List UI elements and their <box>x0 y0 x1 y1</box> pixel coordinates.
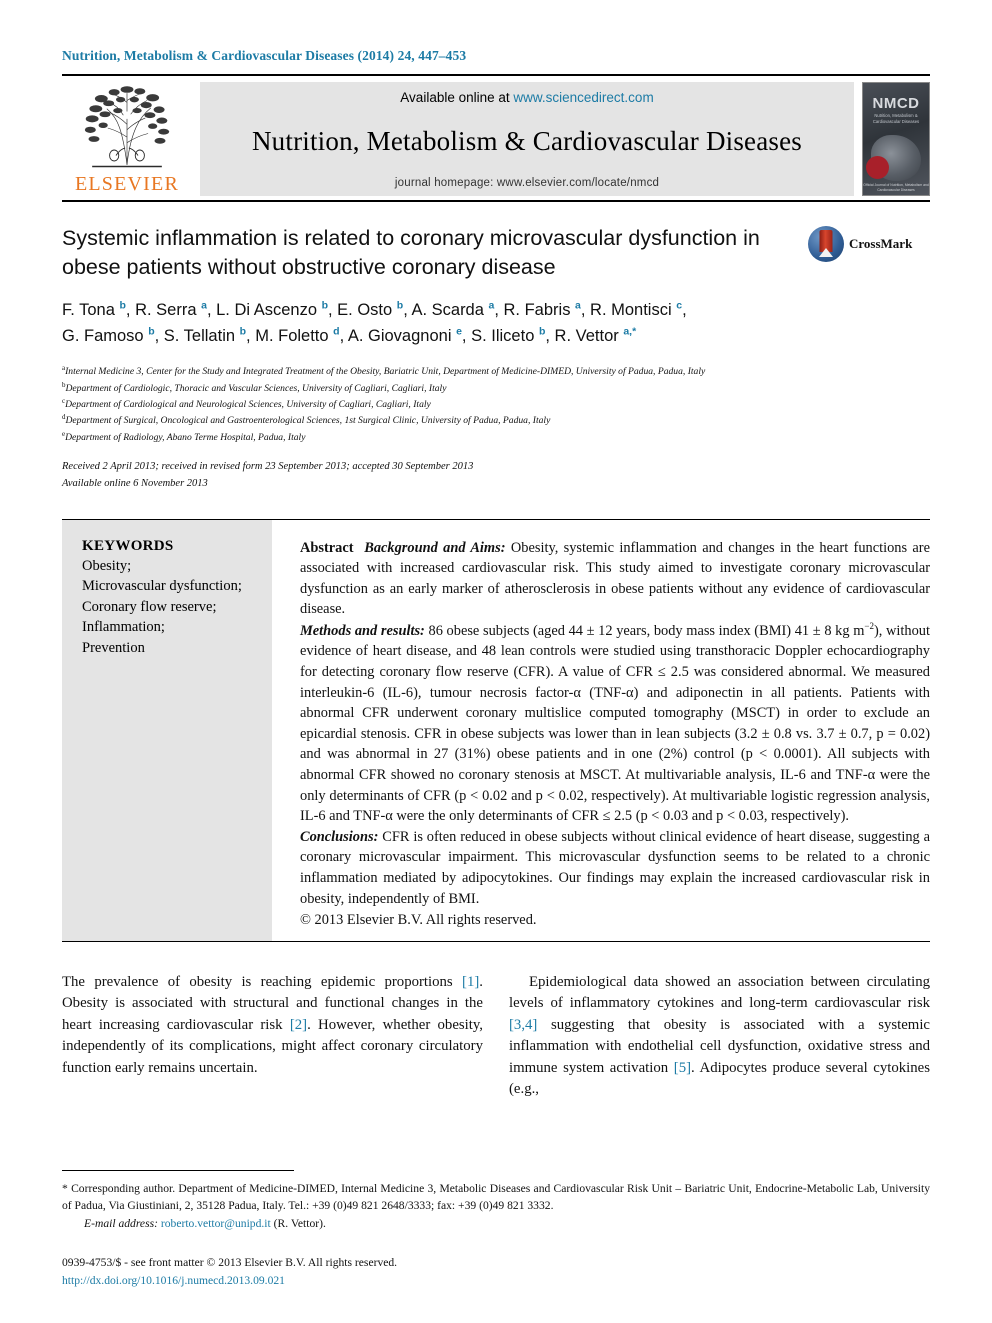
abstract-methods-label: Methods and results: <box>300 622 425 639</box>
affiliation-item: cDepartment of Cardiological and Neurolo… <box>62 396 930 412</box>
author-line-2: G. Famoso b, S. Tellatin b, M. Foletto d… <box>62 323 852 349</box>
body-column-left: The prevalence of obesity is reaching ep… <box>62 972 483 1101</box>
citation-reference[interactable]: [1] <box>462 974 479 990</box>
author-name: , S. Tellatin <box>154 327 240 346</box>
keywords-list: Obesity; Microvascular dysfunction; Coro… <box>82 557 242 656</box>
affiliation-text: Department of Surgical, Oncological and … <box>65 415 551 427</box>
cover-acronym: NMCD <box>872 95 920 112</box>
journal-masthead: ELSEVIER Available online at www.science… <box>62 74 930 196</box>
abstract-conclusions-text: CFR is often reduced in obese subjects w… <box>300 828 930 907</box>
email-link[interactable]: roberto.vettor@unipd.it <box>161 1217 271 1230</box>
available-online-date: Available online 6 November 2013 <box>62 477 208 489</box>
author-name: , R. Fabris <box>494 301 576 320</box>
abstract-methods-paragraph: Methods and results: 86 obese subjects (… <box>300 620 930 827</box>
citation-reference[interactable]: [3,4] <box>509 1017 537 1033</box>
footnote-divider <box>62 1170 294 1172</box>
issn-block: 0939-4753/$ - see front matter © 2013 El… <box>62 1254 930 1289</box>
available-online-prefix: Available online at <box>400 90 514 105</box>
running-head: Nutrition, Metabolism & Cardiovascular D… <box>62 48 467 63</box>
email-line: E-mail address: roberto.vettor@unipd.it … <box>62 1215 930 1232</box>
author-name: , S. Iliceto <box>461 327 539 346</box>
citation-reference[interactable]: [2] <box>290 1017 307 1033</box>
abstract-methods-text-a: 86 obese subjects (aged 44 ± 12 years, b… <box>424 622 865 639</box>
page-footer: * Corresponding author. Department of Me… <box>62 1170 930 1289</box>
author-name: , A. Scarda <box>403 301 489 320</box>
author-name: G. Famoso <box>62 327 149 346</box>
author-name: , <box>682 301 687 320</box>
abstract-conclusions-label: Conclusions: <box>300 828 379 845</box>
affiliation-text: Department of Cardiologic, Thoracic and … <box>65 382 447 394</box>
author-list: F. Tona b, R. Serra a, L. Di Ascenzo b, … <box>62 297 852 349</box>
affiliation-item: eDepartment of Radiology, Abano Terme Ho… <box>62 429 930 445</box>
body-columns: The prevalence of obesity is reaching ep… <box>62 972 930 1101</box>
issn-line: 0939-4753/$ - see front matter © 2013 El… <box>62 1256 398 1270</box>
abstract-section: KEYWORDS Obesity; Microvascular dysfunct… <box>62 518 930 942</box>
author-name: , R. Montisci <box>580 301 677 320</box>
cover-footer-text: Official Journal of Nutrition, Metabolis… <box>863 183 929 193</box>
keywords-heading: KEYWORDS <box>82 537 174 554</box>
author-name: F. Tona <box>62 301 120 320</box>
affiliation-text: Internal Medicine 3, Center for the Stud… <box>65 366 706 378</box>
masthead-bottom-rule <box>62 200 930 202</box>
abstract-background-paragraph: Abstract Background and Aims: Obesity, s… <box>300 538 930 620</box>
affiliation-item: bDepartment of Cardiologic, Thoracic and… <box>62 380 930 396</box>
page-title: Systemic inflammation is related to coro… <box>62 226 760 279</box>
affiliation-list: aInternal Medicine 3, Center for the Stu… <box>62 363 930 445</box>
cover-subtitle: Nutrition, Metabolism & Cardiovascular D… <box>872 113 920 124</box>
body-column-right: Epidemiological data showed an associati… <box>509 972 930 1101</box>
author-name: , M. Foletto <box>246 327 334 346</box>
crossmark-badge[interactable]: CrossMark <box>808 226 912 262</box>
body-text: The prevalence of obesity is reaching ep… <box>62 973 463 990</box>
abstract-methods-text-b: ), without evidence of heart disease, an… <box>300 622 930 825</box>
abstract-background-label: Background and Aims: <box>364 539 506 556</box>
affiliation-item: dDepartment of Surgical, Oncological and… <box>62 412 930 428</box>
author-name: , R. Serra <box>125 301 202 320</box>
elsevier-logo: ELSEVIER <box>62 82 192 196</box>
cover-seal-badge <box>866 156 889 179</box>
available-online-line: Available online at www.sciencedirect.co… <box>400 90 653 105</box>
affiliation-text: Department of Radiology, Abano Terme Hos… <box>65 431 306 443</box>
article-history: Received 2 April 2013; received in revis… <box>62 459 930 493</box>
abstract-conclusions-paragraph: Conclusions: CFR is often reduced in obe… <box>300 827 930 909</box>
elsevier-wordmark: ELSEVIER <box>74 173 180 195</box>
journal-band: Available online at www.sciencedirect.co… <box>200 82 854 196</box>
keywords-panel: KEYWORDS Obesity; Microvascular dysfunct… <box>62 519 272 941</box>
author-name: , R. Vettor <box>545 327 624 346</box>
journal-cover-thumbnail: NMCD Nutrition, Metabolism & Cardiovascu… <box>862 82 930 196</box>
doi-link[interactable]: http://dx.doi.org/10.1016/j.numecd.2013.… <box>62 1272 930 1289</box>
crossmark-label: CrossMark <box>849 236 913 251</box>
abstract-copyright: © 2013 Elsevier B.V. All rights reserved… <box>300 912 537 929</box>
email-label: E-mail address: <box>84 1216 158 1230</box>
body-paragraph: Epidemiological data showed an associati… <box>509 972 930 1101</box>
abstract-bmi-exponent: −2 <box>864 621 874 631</box>
title-row: Systemic inflammation is related to coro… <box>62 224 930 281</box>
body-text: Epidemiological data showed an associati… <box>509 973 930 1012</box>
author-name: , E. Osto <box>328 301 397 320</box>
affiliation-item: aInternal Medicine 3, Center for the Stu… <box>62 363 930 379</box>
abstract-label: Abstract <box>300 539 354 556</box>
body-paragraph: The prevalence of obesity is reaching ep… <box>62 972 483 1079</box>
crossmark-icon <box>808 226 844 262</box>
email-suffix: (R. Vettor). <box>270 1216 326 1230</box>
author-name: , A. Giovagnoni <box>339 327 457 346</box>
corresponding-author-note: * Corresponding author. Department of Me… <box>62 1182 930 1213</box>
received-line: Received 2 April 2013; received in revis… <box>62 461 474 473</box>
journal-title: Nutrition, Metabolism & Cardiovascular D… <box>251 125 803 156</box>
author-name: , L. Di Ascenzo <box>206 301 322 320</box>
corresponding-author-marker: a,* <box>623 325 637 338</box>
affiliation-text: Department of Cardiological and Neurolog… <box>65 399 431 411</box>
abstract-body: Abstract Background and Aims: Obesity, s… <box>272 520 930 941</box>
journal-homepage-line[interactable]: journal homepage: www.elsevier.com/locat… <box>395 177 659 189</box>
elsevier-tree-icon <box>84 86 170 168</box>
citation-reference[interactable]: [5] <box>674 1060 691 1076</box>
author-line-1: F. Tona b, R. Serra a, L. Di Ascenzo b, … <box>62 297 852 323</box>
paper-page: Nutrition, Metabolism & Cardiovascular D… <box>0 0 992 1323</box>
sciencedirect-link[interactable]: www.sciencedirect.com <box>513 90 653 105</box>
